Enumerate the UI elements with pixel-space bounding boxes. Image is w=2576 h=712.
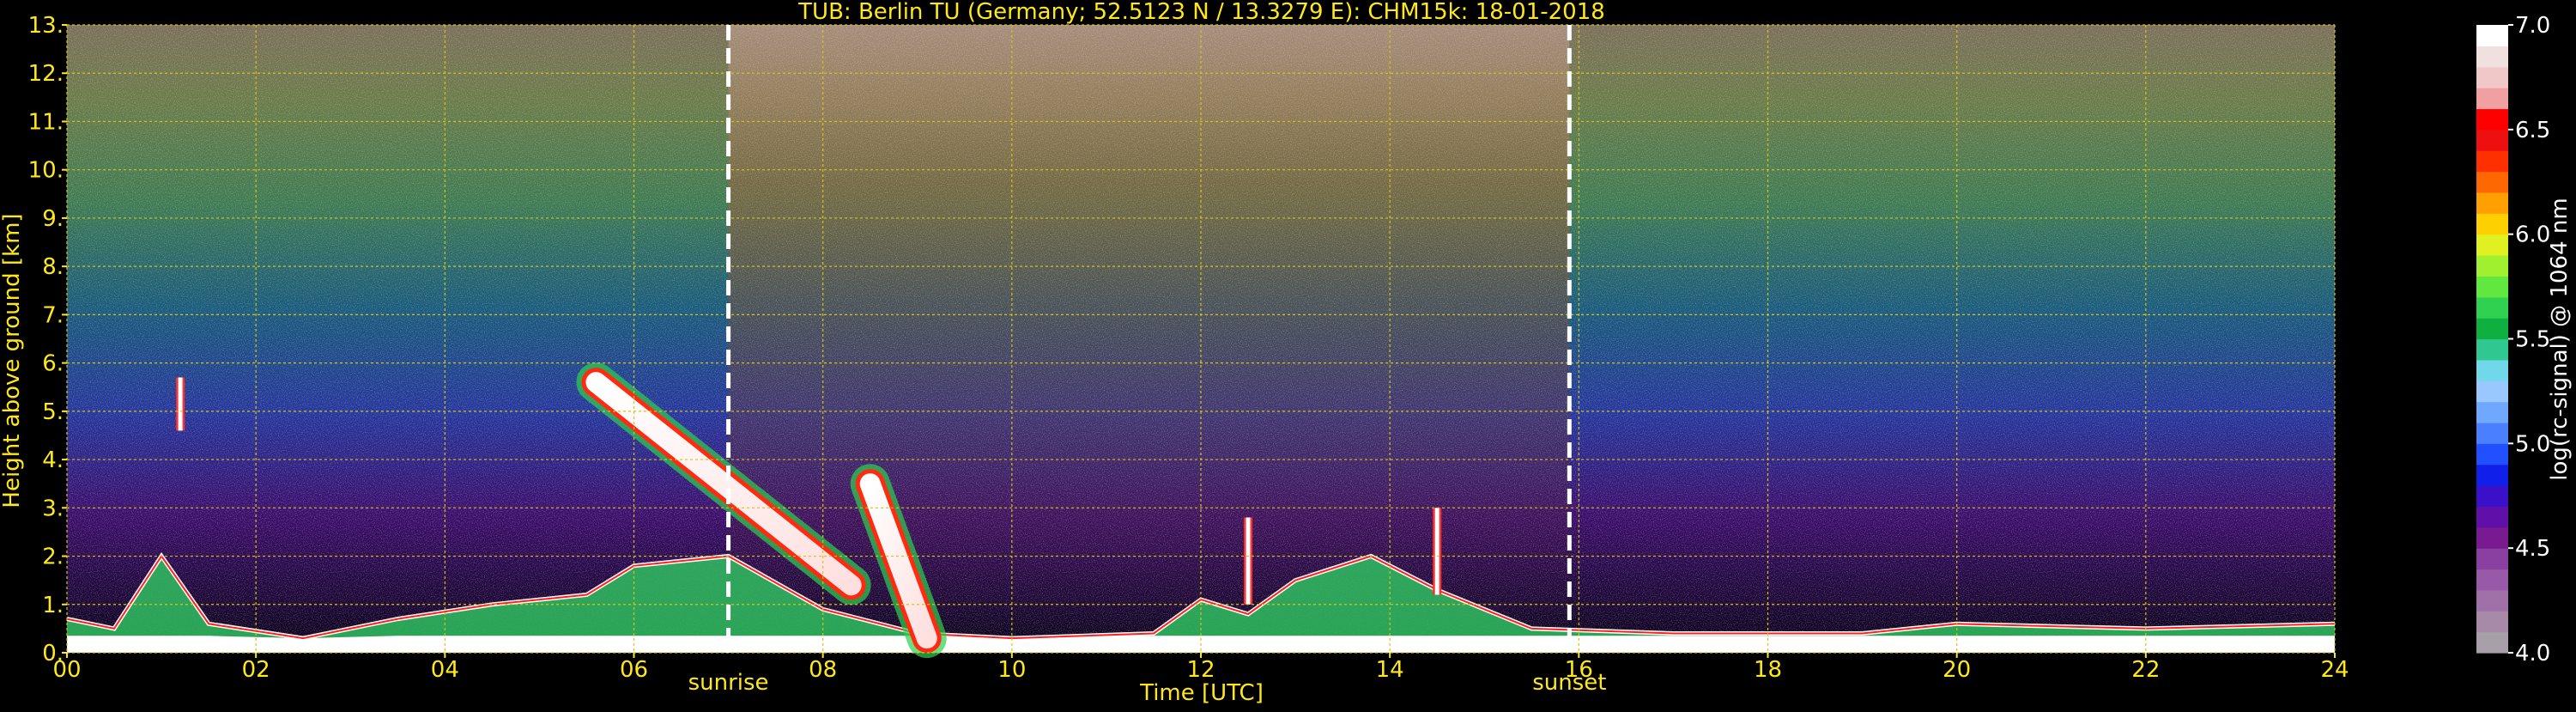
y-tick-label: 10. <box>28 158 64 184</box>
colorbar-tick-label: 4.5 <box>2515 536 2550 562</box>
colorbar-segment <box>2476 485 2508 508</box>
colorbar-segment <box>2476 296 2508 319</box>
x-tick-label: 12 <box>1186 657 1215 683</box>
y-tick-label: 12. <box>28 61 64 87</box>
colorbar-segment <box>2476 213 2508 235</box>
x-tick-label: 02 <box>242 657 270 683</box>
colorbar-tick-label: 5.0 <box>2515 431 2550 457</box>
colorbar-segment <box>2476 506 2508 528</box>
colorbar-segment <box>2476 66 2508 88</box>
colorbar-tick-label: 4.0 <box>2515 641 2550 666</box>
colorbar-segment <box>2476 88 2508 110</box>
colorbar: 4.0 4.5 5.0 5.5 6.0 6.5 7.0 <box>2476 13 2550 666</box>
colorbar-segment <box>2476 108 2508 131</box>
colorbar-segment <box>2476 234 2508 256</box>
colorbar-segment <box>2476 569 2508 591</box>
x-tick-label: 22 <box>2131 657 2160 683</box>
chart-title: TUB: Berlin TU (Germany; 52.5123 N / 13.… <box>797 0 1605 25</box>
colorbar-segment <box>2476 192 2508 214</box>
lidar-quicklook: sunrise sunset 00 02 04 06 08 10 12 14 16 18 20 22 24… <box>0 0 2576 708</box>
colorbar-segment <box>2476 443 2508 466</box>
colorbar-segment <box>2476 276 2508 298</box>
x-axis: 00 02 04 06 08 10 12 14 16 18 20 22 24 <box>52 653 2349 683</box>
colorbar-segment <box>2476 589 2508 612</box>
colorbar-label: log(rc-signal) @ 1064 nm <box>2547 198 2573 480</box>
colorbar-segment <box>2476 338 2508 361</box>
colorbar-segment <box>2476 611 2508 633</box>
y-tick-label: 1. <box>42 593 64 618</box>
x-tick-label: 20 <box>1943 657 1971 683</box>
colorbar-segment <box>2476 46 2508 68</box>
colorbar-segment <box>2476 318 2508 340</box>
y-tick-label: 13. <box>28 13 64 39</box>
colorbar-segment <box>2476 150 2508 173</box>
colorbar-tick-label: 6.5 <box>2515 118 2550 143</box>
colorbar-segment <box>2476 255 2508 277</box>
y-tick-label: 9. <box>42 206 64 232</box>
x-tick-label: 18 <box>1754 657 1782 683</box>
y-axis-label: Height above ground [km] <box>0 213 25 508</box>
colorbar-segment <box>2476 171 2508 193</box>
annotation-label: sunrise <box>688 670 769 696</box>
colorbar-tick-label: 6.0 <box>2515 222 2550 248</box>
colorbar-segment <box>2476 631 2508 654</box>
y-tick-label: 0. <box>42 641 64 666</box>
y-tick-label: 4. <box>42 447 64 473</box>
y-tick-label: 6. <box>42 351 64 377</box>
y-axis: 0. 1. 2. 3. 4. 5. 6. 7. 8. 9. 10. 11. 12. 13. <box>28 13 67 666</box>
chart-svg: sunrise sunset 00 02 04 06 08 10 12 14 16 18 20 22 24… <box>0 0 2573 706</box>
x-tick-label: 24 <box>2320 657 2349 683</box>
x-tick-label: 06 <box>620 657 648 683</box>
colorbar-segment <box>2476 129 2508 151</box>
colorbar-tick-label: 7.0 <box>2515 13 2550 39</box>
colorbar-segment <box>2476 359 2508 381</box>
colorbar-segment <box>2476 422 2508 444</box>
colorbar-tick-label: 5.5 <box>2515 327 2550 353</box>
colorbar-segment <box>2476 548 2508 570</box>
x-tick-label: 10 <box>997 657 1026 683</box>
colorbar-segment <box>2476 526 2508 549</box>
colorbar-segment <box>2476 380 2508 403</box>
colorbar-segment <box>2476 25 2508 46</box>
x-axis-label: Time [UTC] <box>1139 680 1264 706</box>
colorbar-segment <box>2476 464 2508 486</box>
x-tick-label: 04 <box>431 657 459 683</box>
x-tick-label: 14 <box>1376 657 1404 683</box>
y-tick-label: 5. <box>42 399 64 425</box>
y-tick-label: 11. <box>28 109 64 135</box>
y-tick-label: 8. <box>42 254 64 280</box>
y-tick-label: 7. <box>42 302 64 328</box>
y-tick-label: 2. <box>42 545 64 570</box>
y-tick-label: 3. <box>42 496 64 521</box>
x-tick-label: 16 <box>1565 657 1593 683</box>
x-tick-label: 08 <box>809 657 837 683</box>
colorbar-segment <box>2476 401 2508 423</box>
